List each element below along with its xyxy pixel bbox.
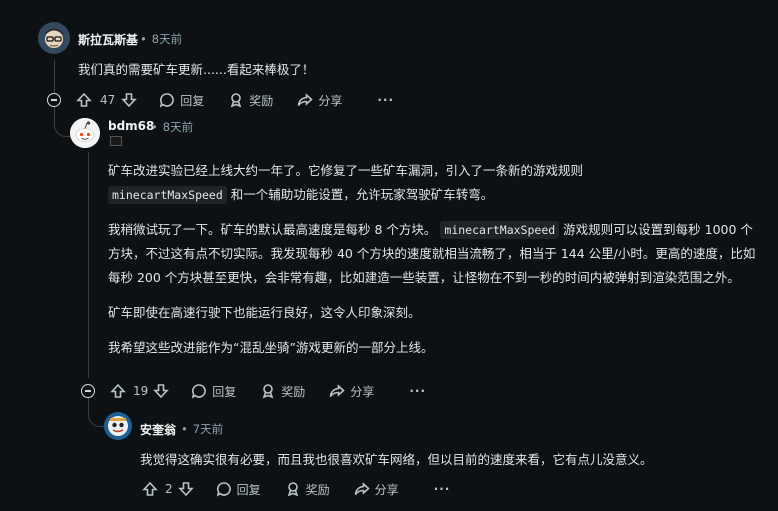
comment-actions: 47 回复 奖励 分享 ··· bbox=[76, 89, 394, 111]
upvote-button[interactable] bbox=[142, 481, 158, 497]
inline-code: minecartMaxSpeed bbox=[440, 221, 560, 239]
award-label: 奖励 bbox=[305, 482, 330, 497]
avatar[interactable] bbox=[38, 22, 70, 54]
downvote-button[interactable] bbox=[153, 383, 170, 399]
more-options-button[interactable]: ··· bbox=[372, 93, 394, 107]
share-arrow-icon bbox=[354, 482, 370, 495]
paragraph-text: 矿车改进实验已经上线大约一年了。它修复了一些矿车漏洞，引入了一条新的游戏规则 bbox=[108, 163, 584, 178]
award-icon bbox=[231, 93, 242, 108]
reply-label: 回复 bbox=[180, 93, 205, 108]
reply-button[interactable]: 回复 bbox=[191, 383, 236, 400]
award-button[interactable]: 奖励 bbox=[260, 383, 305, 400]
collapse-thread-button[interactable] bbox=[81, 384, 95, 398]
comment-body: 我觉得这确实很有必要，而且我也很喜欢矿车网络，但以目前的速度来看，它有点儿没意义… bbox=[140, 452, 653, 467]
inline-code: minecartMaxSpeed bbox=[108, 186, 227, 204]
snoo-avatar-icon bbox=[70, 118, 100, 148]
share-button[interactable]: 分享 bbox=[354, 481, 399, 498]
comment-paragraph: 我希望这些改进能作为“混乱坐骑”游戏更新的一部分上线。 bbox=[108, 340, 434, 355]
share-button[interactable]: 分享 bbox=[297, 92, 342, 109]
share-label: 分享 bbox=[350, 384, 375, 399]
reply-label: 回复 bbox=[212, 384, 237, 399]
upvote-button[interactable] bbox=[110, 383, 126, 399]
reply-button[interactable]: 回复 bbox=[159, 92, 204, 109]
reply-label: 回复 bbox=[236, 482, 261, 497]
comment-time[interactable]: 8天前 bbox=[152, 32, 182, 46]
more-label: ··· bbox=[409, 384, 427, 398]
reply-button[interactable]: 回复 bbox=[216, 481, 261, 498]
arrow-up-icon bbox=[142, 481, 158, 496]
downvote-button[interactable] bbox=[121, 92, 138, 108]
share-arrow-icon bbox=[330, 384, 346, 397]
arrow-up-icon bbox=[110, 383, 126, 398]
thread-line bbox=[54, 60, 55, 93]
comment-author[interactable]: 安奎翁 bbox=[140, 421, 176, 438]
arrow-down-icon bbox=[121, 93, 138, 108]
share-label: 分享 bbox=[318, 93, 343, 108]
comment-time[interactable]: 8天前 bbox=[163, 120, 193, 134]
award-button[interactable]: 奖励 bbox=[285, 481, 330, 498]
avatar[interactable] bbox=[104, 412, 132, 440]
award-label: 奖励 bbox=[249, 93, 274, 108]
award-icon bbox=[263, 384, 274, 399]
more-options-button[interactable]: ··· bbox=[404, 384, 426, 398]
comment-body: 我们真的需要矿车更新......看起来棒极了！ bbox=[78, 62, 315, 77]
comment-paragraph: 矿车即使在高速行驶下也能运行良好，这令人印象深刻。 bbox=[108, 305, 421, 320]
more-options-button[interactable]: ··· bbox=[429, 482, 451, 496]
comment-time[interactable]: 7天前 bbox=[193, 422, 223, 436]
award-button[interactable]: 奖励 bbox=[228, 92, 273, 109]
comment-author[interactable]: 斯拉瓦斯基 bbox=[78, 31, 138, 48]
arrow-up-icon bbox=[76, 92, 92, 107]
speech-bubble-icon bbox=[160, 93, 175, 108]
arrow-down-icon bbox=[153, 384, 170, 399]
vote-count: 47 bbox=[100, 93, 116, 107]
downvote-button[interactable] bbox=[177, 481, 194, 497]
award-label: 奖励 bbox=[281, 384, 306, 399]
more-label: ··· bbox=[433, 482, 451, 496]
more-label: ··· bbox=[377, 93, 395, 107]
paragraph-text: 和一个辅助功能设置，允许玩家驾驶矿车转弯。 bbox=[230, 187, 494, 202]
share-button[interactable]: 分享 bbox=[329, 383, 374, 400]
upvote-button[interactable] bbox=[76, 92, 92, 108]
comment-paragraph: 我稍微试玩了一下。矿车的默认最高速度是每秒 8 个方块。 minecartMax… bbox=[108, 218, 763, 290]
comment-actions: 19 回复 奖励 分享 ··· bbox=[110, 380, 426, 402]
comment-actions: 2 回复 奖励 分享 ··· bbox=[142, 478, 450, 500]
comment-meta: • 8天前 bbox=[140, 32, 183, 46]
collapse-thread-button[interactable] bbox=[47, 93, 61, 107]
thread-line bbox=[88, 152, 89, 378]
speech-bubble-icon bbox=[216, 482, 231, 497]
vote-count: 2 bbox=[165, 482, 173, 496]
share-arrow-icon bbox=[298, 93, 314, 106]
avatar[interactable] bbox=[70, 118, 100, 148]
paragraph-text: 我稍微试玩了一下。矿车的默认最高速度是每秒 8 个方块。 bbox=[108, 222, 437, 237]
user-flair bbox=[110, 136, 122, 146]
avatar-face-icon bbox=[104, 412, 132, 440]
award-icon bbox=[287, 482, 298, 497]
comment-meta: • 7天前 bbox=[181, 422, 224, 436]
comment-paragraph: 矿车改进实验已经上线大约一年了。它修复了一些矿车漏洞，引入了一条新的游戏规则 m… bbox=[108, 159, 763, 207]
vote-count: 19 bbox=[133, 384, 149, 398]
speech-bubble-icon bbox=[192, 384, 207, 399]
share-label: 分享 bbox=[374, 482, 399, 497]
arrow-down-icon bbox=[177, 482, 194, 497]
avatar-face-icon bbox=[38, 22, 70, 54]
thread-branch bbox=[54, 106, 71, 137]
comment-meta: • 8天前 bbox=[151, 120, 194, 134]
comment-body: 矿车改进实验已经上线大约一年了。它修复了一些矿车漏洞，引入了一条新的游戏规则 m… bbox=[108, 159, 763, 360]
